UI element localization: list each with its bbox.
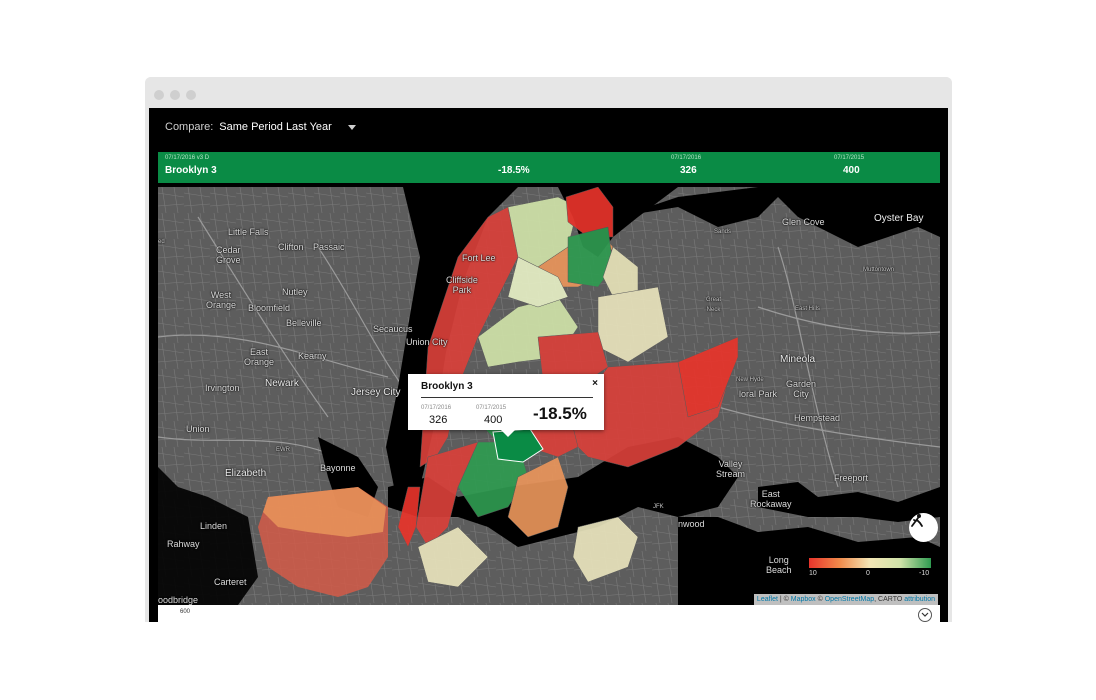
legend-max-label: -10: [919, 570, 930, 577]
label-belleville: Belleville: [286, 318, 322, 328]
label-freeport: Freeport: [834, 473, 869, 483]
label-jersey-city: Jersey City: [351, 387, 401, 398]
mapbox-link[interactable]: Mapbox: [791, 596, 816, 603]
compare-label: Compare:: [165, 121, 214, 133]
attribution-link[interactable]: attribution: [904, 596, 935, 603]
label-bayonne: Bayonne: [320, 463, 356, 473]
popup-prior-date: 07/17/2015: [476, 405, 507, 411]
label-muttontown: Muttontown: [863, 267, 895, 273]
window-minimize-dot[interactable]: [170, 90, 180, 100]
popup-divider: [421, 397, 593, 398]
legend-min-label: 10: [809, 570, 817, 577]
label-clifton: Clifton: [278, 242, 304, 252]
label-great-neck: Great Neck: [706, 297, 722, 313]
window-titlebar: [145, 77, 952, 108]
locate-button[interactable]: [909, 513, 938, 542]
label-elizabeth: Elizabeth: [225, 468, 267, 479]
popup-current-value: 326: [429, 414, 448, 426]
label-linden: Linden: [200, 521, 228, 531]
label-secaucus: Secaucus: [373, 324, 413, 334]
window-zoom-dot[interactable]: [186, 90, 196, 100]
label-mineola: Mineola: [780, 354, 816, 365]
label-union: Union: [186, 424, 210, 434]
osm-link[interactable]: OpenStreetMap: [825, 596, 874, 603]
label-oyster-bay: Oyster Bay: [874, 213, 924, 224]
collapse-button[interactable]: [918, 608, 932, 622]
header-change: -18.5%: [498, 165, 530, 176]
header-subtext: 07/17/2016 v3 D: [165, 155, 210, 161]
legend-mid-label: 0: [866, 570, 870, 577]
label-east-orange: East Orange: [244, 347, 275, 367]
header-current-date: 07/17/2016: [671, 155, 702, 161]
label-garden-city: Garden City: [786, 379, 817, 399]
label-valley-stream: Valley Stream: [716, 459, 746, 479]
district-popup: Brooklyn 3 × 07/17/2016 326 07/17/2015 4…: [408, 374, 604, 437]
app-container: Compare: Same Period Last Year 07/17/201…: [149, 108, 948, 622]
label-floral-park: loral Park: [739, 389, 778, 399]
label-ed: ed: [158, 239, 165, 245]
label-inwood: nwood: [678, 519, 705, 529]
selected-district-header: 07/17/2016 v3 D Brooklyn 3 -18.5% 07/17/…: [158, 152, 940, 183]
label-long-beach: Long Beach: [766, 555, 792, 575]
attribution-sep: , CARTO: [874, 596, 905, 603]
label-jfk: JFK: [653, 504, 664, 510]
window-close-dot[interactable]: [154, 90, 164, 100]
label-kearny: Kearny: [298, 351, 327, 361]
attribution-sep: | ©: [777, 596, 791, 603]
compare-value[interactable]: Same Period Last Year: [219, 121, 332, 133]
chevron-down-icon[interactable]: [347, 124, 356, 130]
label-little-falls: Little Falls: [228, 227, 269, 237]
attribution-sep: ©: [815, 596, 825, 603]
legend-gradient: [809, 558, 931, 568]
choropleth-map[interactable]: Little Falls Clifton Passaic Cedar Grove…: [158, 187, 940, 605]
label-carteret: Carteret: [214, 577, 247, 587]
leaflet-link[interactable]: Leaflet: [757, 596, 778, 603]
label-rahway: Rahway: [167, 539, 200, 549]
label-sands: Sands: [714, 229, 732, 235]
header-prior-value: 400: [843, 165, 860, 176]
label-glen-cove: Glen Cove: [782, 217, 825, 227]
label-hempstead: Hempstead: [794, 413, 841, 423]
popup-change: -18.5%: [533, 404, 587, 423]
color-legend: 10 0 -10: [803, 551, 935, 581]
label-west-orange: West Orange: [206, 290, 237, 310]
label-passaic: Passaic: [313, 242, 345, 252]
y-axis-tick: 600: [180, 609, 191, 615]
label-union-city: Union City: [406, 337, 448, 347]
chevron-down-icon: [921, 612, 929, 617]
popup-title: Brooklyn 3: [421, 381, 473, 392]
label-east-hills: East Hills: [795, 306, 821, 312]
label-woodbridge: oodbridge: [158, 595, 199, 605]
label-newark: Newark: [265, 378, 299, 389]
popup-tip: [500, 429, 516, 437]
popup-current-date: 07/17/2016: [421, 405, 452, 411]
header-current-value: 326: [680, 165, 697, 176]
label-cedar-grove: Cedar Grove: [216, 245, 241, 265]
header-district-name: Brooklyn 3: [165, 165, 217, 176]
person-pin-icon: [911, 514, 923, 527]
timeseries-panel: 600: [158, 605, 940, 622]
label-cliffside-park: Cliffside Park: [446, 275, 478, 295]
map-attribution: Leaflet | © Mapbox © OpenStreetMap, CART…: [753, 594, 938, 605]
label-east-rockaway: East Rockaway: [750, 489, 792, 509]
close-icon[interactable]: ×: [592, 378, 598, 389]
browser-window: Compare: Same Period Last Year 07/17/201…: [145, 77, 952, 622]
label-new-hyde-park: New Hyde: [736, 377, 764, 383]
header-prior-date: 07/17/2015: [834, 155, 865, 161]
label-ewr: EWR: [276, 447, 290, 453]
popup-prior-value: 400: [484, 414, 503, 426]
label-fort-lee: Fort Lee: [462, 253, 496, 263]
label-irvington: Irvington: [205, 383, 240, 393]
label-bloomfield: Bloomfield: [248, 303, 291, 313]
compare-selector[interactable]: Compare: Same Period Last Year: [165, 120, 356, 134]
label-nutley: Nutley: [282, 287, 308, 297]
